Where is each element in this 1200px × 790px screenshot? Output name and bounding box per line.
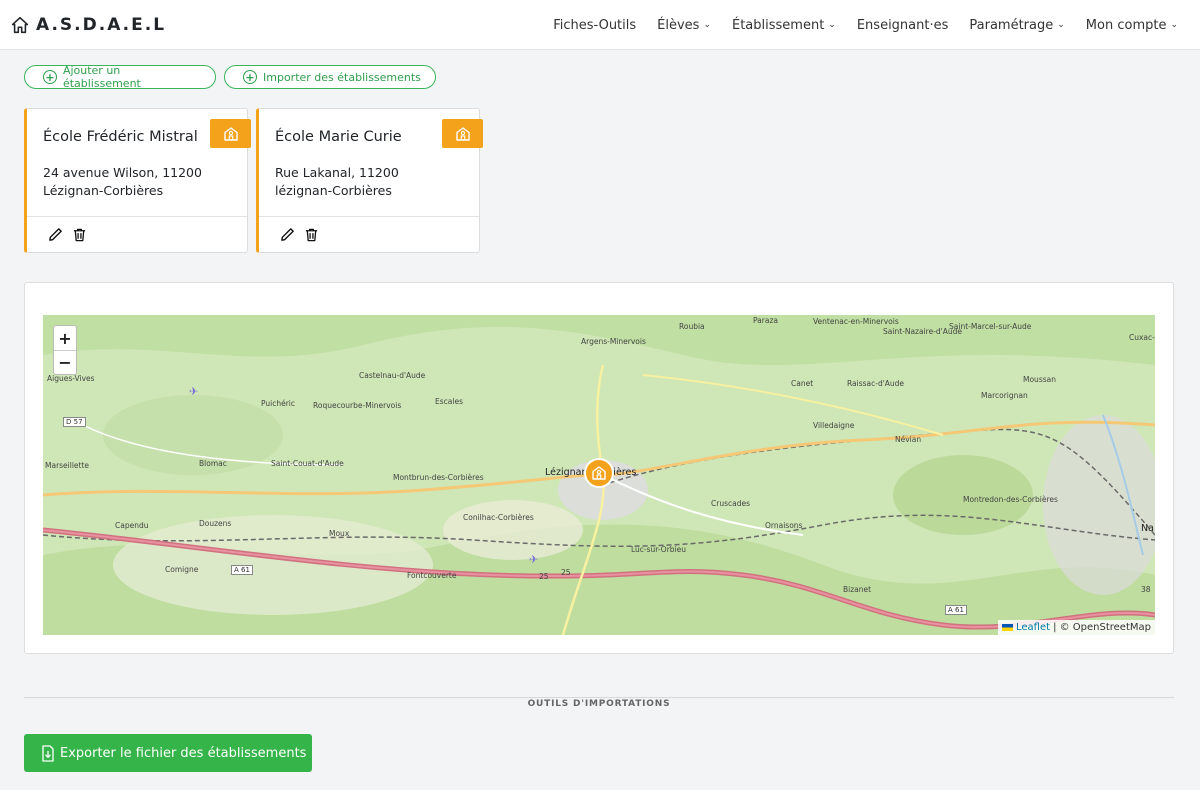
- map-place-label: Ventenac-en-Minervois: [813, 317, 899, 326]
- school-building-icon: [442, 119, 483, 148]
- zoom-controls: + −: [53, 325, 77, 375]
- map-place-label: Marcorignan: [981, 391, 1028, 400]
- trash-icon[interactable]: [302, 226, 320, 244]
- school-map-marker[interactable]: [584, 458, 614, 488]
- airport-icon: ✈: [529, 553, 539, 566]
- map-place-label: Cuxac-: [1129, 333, 1155, 342]
- map-place-label: Névian: [895, 435, 922, 444]
- map-place-label: Luc-sur-Orbieu: [631, 545, 687, 554]
- nav-menu: Fiches-Outils Élèves ⌄ Établissement ⌄ Ens…: [532, 0, 1178, 50]
- import-schools-button[interactable]: + Importer des établissements: [224, 65, 436, 89]
- map-place-label: Na: [1141, 523, 1154, 534]
- import-section-title: OUTILS D'IMPORTATIONS: [0, 691, 1198, 710]
- map-place-label: Saint-Couat-d'Aude: [271, 459, 344, 468]
- map-place-label: Roubia: [679, 322, 705, 331]
- school-address: Rue Lakanal, 11200 lézignan-Corbières: [275, 165, 399, 198]
- school-card: École Marie Curie Rue Lakanal, 11200 léz…: [256, 108, 483, 253]
- nav-item-etablissement[interactable]: Établissement ⌄: [732, 18, 836, 33]
- map-place-label: Fontcouverte: [407, 571, 457, 580]
- brand-link[interactable]: A.S.D.A.E.L: [11, 15, 166, 35]
- map-place-label: Canet: [791, 379, 814, 388]
- road-shield: D 57: [63, 417, 86, 427]
- map-place-label: Moux: [329, 529, 350, 538]
- map-place-label: Paraza: [753, 316, 778, 325]
- school-name: École Marie Curie: [275, 129, 402, 145]
- nav-item-enseignantes[interactable]: Enseignant·es: [857, 18, 949, 33]
- chevron-down-icon: ⌄: [1170, 20, 1178, 30]
- zoom-out-button[interactable]: −: [54, 350, 76, 374]
- school-name: École Frédéric Mistral: [43, 129, 198, 145]
- chevron-down-icon: ⌄: [828, 20, 836, 30]
- map-place-label: Moussan: [1023, 375, 1056, 384]
- school-address: 24 avenue Wilson, 11200 Lézignan-Corbièr…: [43, 165, 202, 198]
- map-place-label: Montbrun-des-Corbières: [393, 473, 484, 482]
- map-place-label: Capendu: [115, 521, 149, 530]
- map-place-label: Marseillette: [45, 461, 90, 470]
- edit-pencil-icon[interactable]: [46, 226, 64, 244]
- map-place-label: Argens-Minervois: [581, 337, 646, 346]
- plus-circle-icon: +: [243, 70, 257, 84]
- nav-item-parametrage[interactable]: Paramétrage ⌄: [969, 18, 1064, 33]
- leaflet-link[interactable]: Leaflet: [1016, 622, 1050, 633]
- map-attribution: Leaflet | © OpenStreetMap: [998, 620, 1155, 635]
- map-place-label: Blomac: [199, 459, 227, 468]
- map-place-label: Saint-Marcel-sur-Aude: [949, 322, 1032, 331]
- map-place-label: Castelnau-d'Aude: [359, 371, 426, 380]
- top-navbar: A.S.D.A.E.L Fiches-Outils Élèves ⌄ Établi…: [0, 0, 1200, 50]
- map-place-label: Aigues-Vives: [47, 374, 95, 383]
- school-building-icon: [210, 119, 251, 148]
- map-place-label: Comigne: [165, 565, 199, 574]
- map-place-label: Villedaigne: [813, 421, 855, 430]
- road-shield: A 61: [945, 605, 967, 615]
- map-place-label: Douzens: [199, 519, 232, 528]
- school-card: École Frédéric Mistral 24 avenue Wilson,…: [24, 108, 251, 253]
- plus-circle-icon: +: [43, 70, 57, 84]
- card-actions: [27, 216, 247, 252]
- map-place-label: Conilhac-Corbières: [463, 513, 534, 522]
- road-label: 25: [539, 572, 549, 581]
- osm-attribution: | © OpenStreetMap: [1053, 622, 1151, 633]
- add-school-button[interactable]: + Ajouter un établissement: [24, 64, 216, 90]
- map-place-label: Cruscades: [711, 499, 750, 508]
- road-shield: A 61: [231, 565, 253, 575]
- nav-item-fiches-outils[interactable]: Fiches-Outils: [553, 18, 636, 33]
- chevron-down-icon: ⌄: [1057, 20, 1065, 30]
- map-place-label: Ornaisons: [765, 521, 803, 530]
- nav-item-eleves[interactable]: Élèves ⌄: [657, 18, 711, 33]
- map-place-label: Bizanet: [843, 585, 872, 594]
- edit-pencil-icon[interactable]: [278, 226, 296, 244]
- ukraine-flag-icon: [1002, 624, 1013, 631]
- map-place-label: Montredon-des-Corbières: [963, 495, 1058, 504]
- export-schools-button[interactable]: Exporter le fichier des établissements: [24, 734, 312, 772]
- school-building-icon: [592, 466, 606, 480]
- zoom-in-button[interactable]: +: [54, 326, 76, 350]
- map-place-label: Puichéric: [261, 399, 296, 408]
- trash-icon[interactable]: [70, 226, 88, 244]
- map-view[interactable]: + − Roubia Argens-Minervois Ventenac-en-…: [43, 315, 1155, 635]
- road-label: 38: [1141, 585, 1151, 594]
- nav-item-mon-compte[interactable]: Mon compte ⌄: [1086, 18, 1178, 33]
- map-place-label: Raissac-d'Aude: [847, 379, 905, 388]
- airport-icon: ✈: [189, 385, 199, 398]
- map-place-label: Escales: [435, 397, 463, 406]
- card-actions: [259, 216, 479, 252]
- map-panel: + − Roubia Argens-Minervois Ventenac-en-…: [24, 282, 1174, 654]
- chevron-down-icon: ⌄: [703, 20, 711, 30]
- brand-title: A.S.D.A.E.L: [36, 14, 167, 35]
- file-download-icon: [42, 744, 54, 762]
- map-place-label: Roquecourbe-Minervois: [313, 401, 402, 410]
- home-icon: [11, 16, 29, 33]
- road-label: 25: [561, 568, 571, 577]
